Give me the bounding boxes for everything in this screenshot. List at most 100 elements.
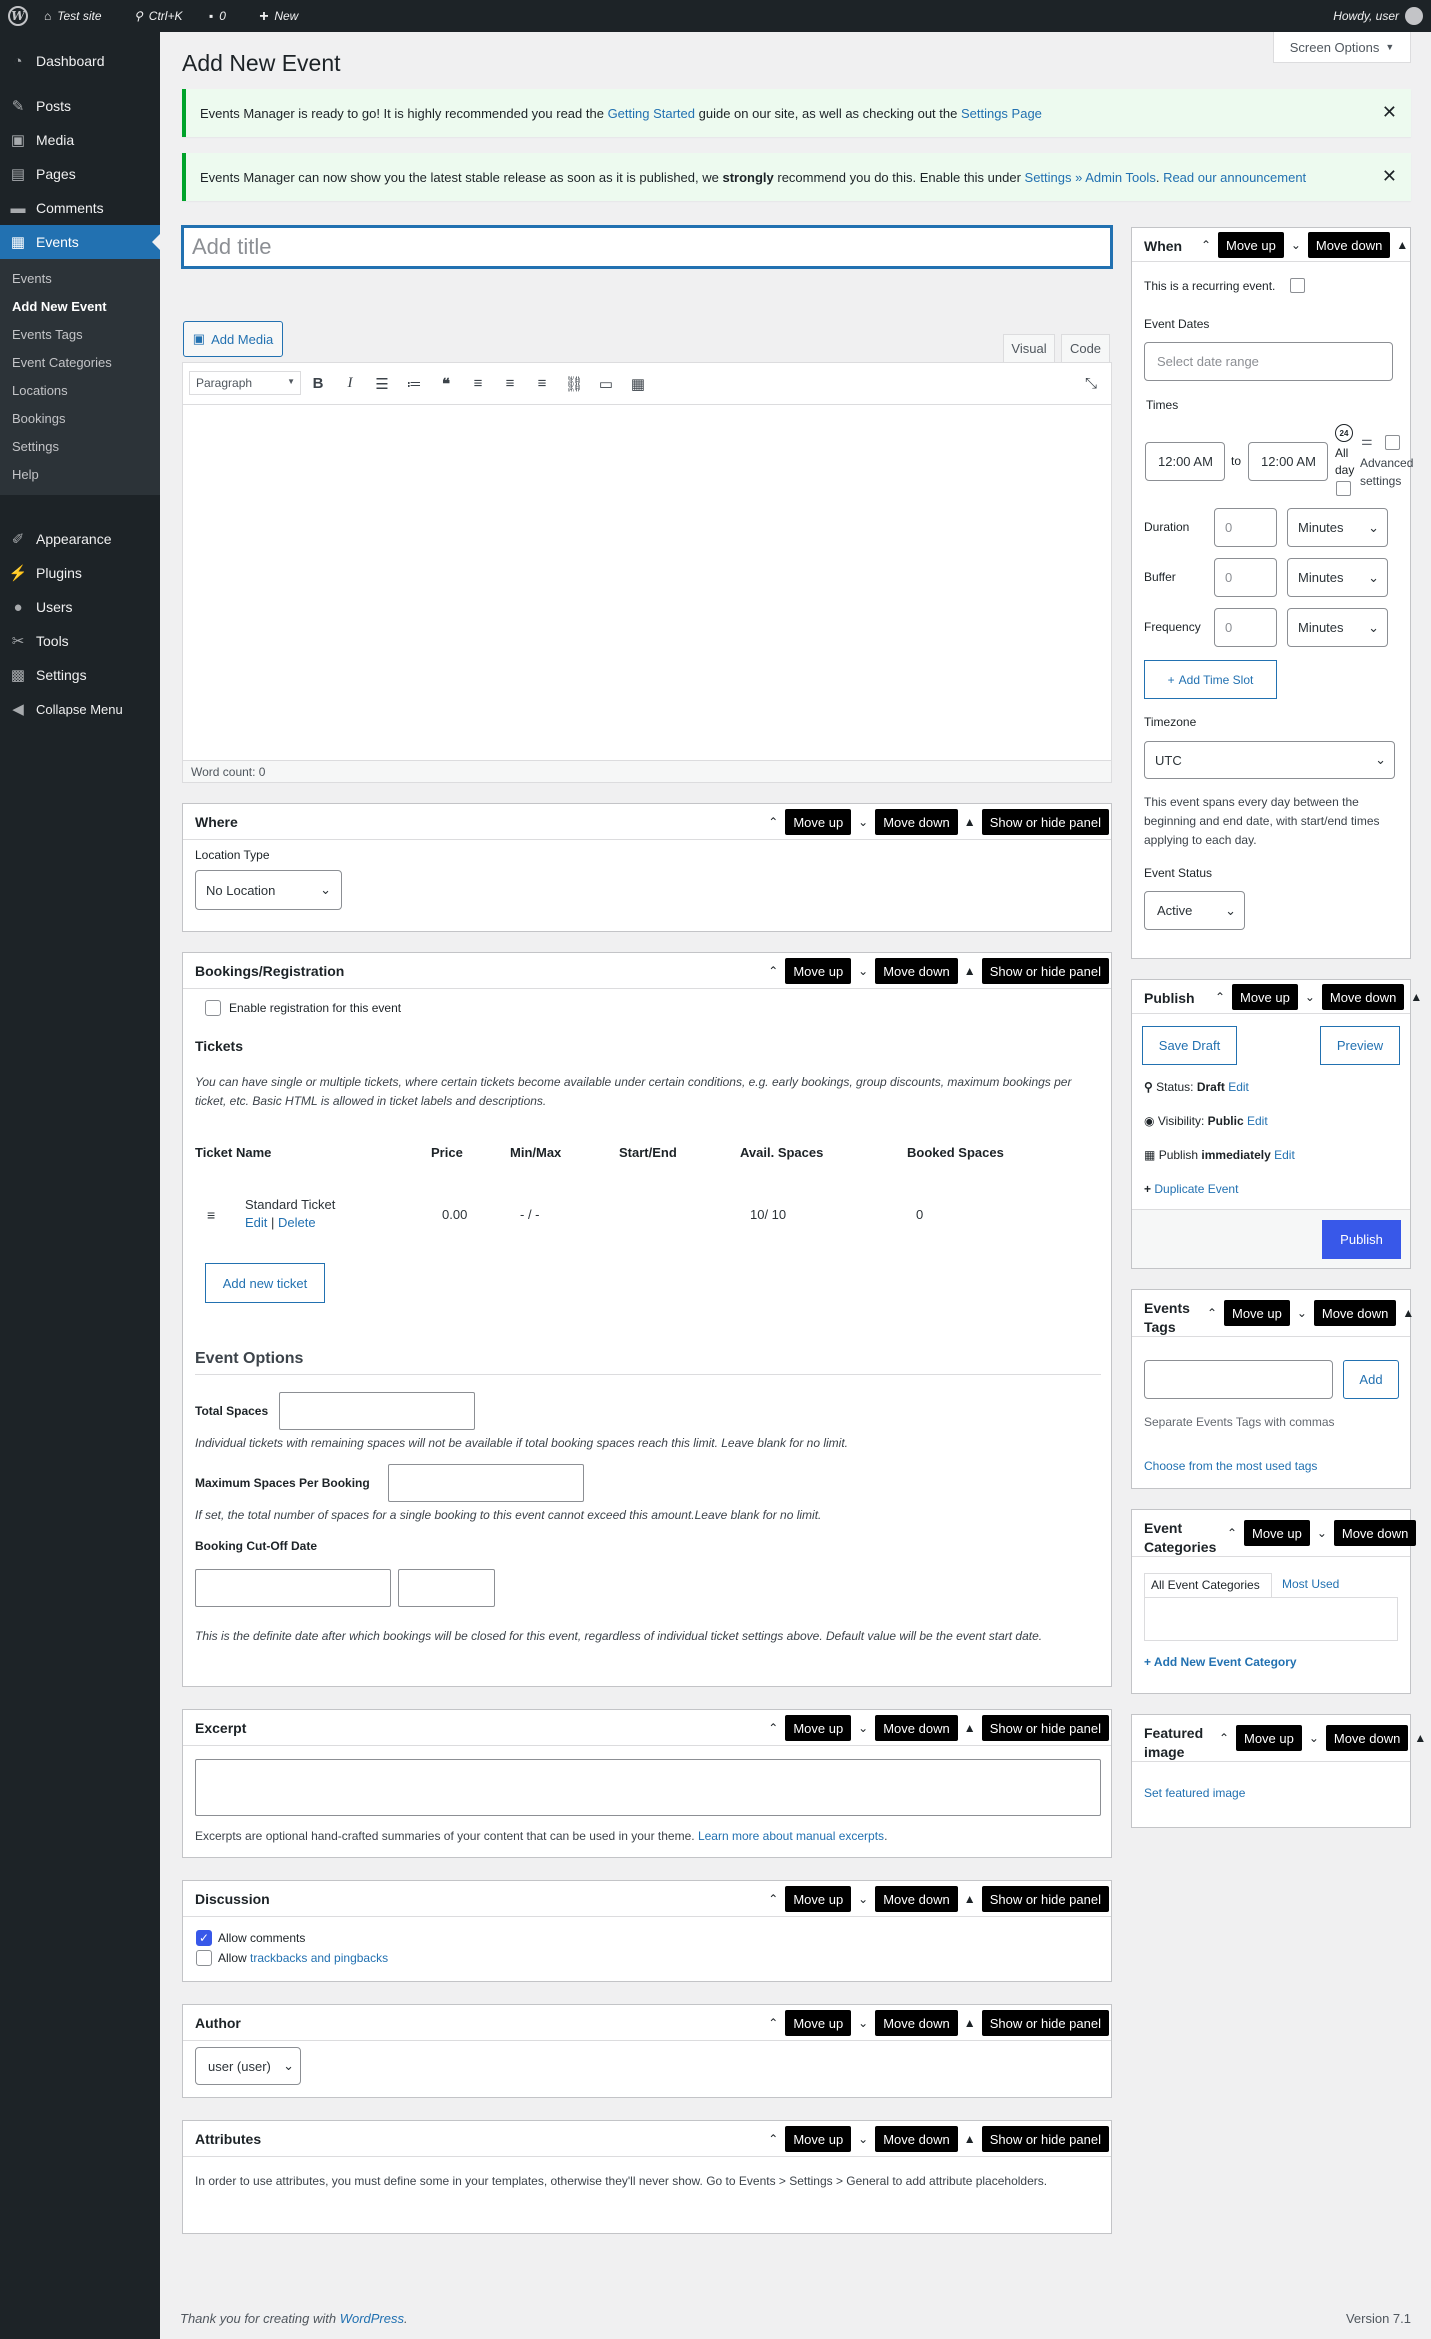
chevron-up-icon[interactable]: ⌃	[1224, 1526, 1240, 1540]
frequency-unit-select[interactable]: Minutes ⌄	[1287, 608, 1388, 647]
format-select[interactable]: Paragraph ▼	[189, 371, 301, 395]
chevron-down-icon[interactable]: ⌄	[855, 2016, 871, 2030]
chevron-down-icon[interactable]: ⌄	[1306, 1731, 1322, 1745]
toggle-arrow-icon[interactable]: ▲	[1394, 238, 1410, 252]
chevron-down-icon[interactable]: ⌄	[1302, 990, 1318, 1004]
total-spaces-input[interactable]	[279, 1392, 475, 1430]
site-name-menu[interactable]: ⌂ Test site	[44, 0, 102, 32]
submenu-event-categories[interactable]: Event Categories	[12, 355, 112, 370]
new-content-menu[interactable]: + New	[259, 0, 298, 32]
add-new-category-link[interactable]: + Add New Event Category	[1144, 1655, 1297, 1669]
move-up-button[interactable]: Move up	[785, 958, 852, 984]
chevron-up-icon[interactable]: ⌃	[765, 2132, 781, 2146]
toggle-panel-button[interactable]: Show or hide panel	[981, 2010, 1109, 2036]
dismiss-icon[interactable]: ✕	[1382, 102, 1397, 123]
toolbar-toggle-icon[interactable]: ▦	[627, 375, 649, 393]
chevron-down-icon[interactable]: ⌄	[855, 964, 871, 978]
set-featured-image-link[interactable]: Set featured image	[1144, 1786, 1245, 1800]
advanced-settings-checkbox[interactable]	[1385, 435, 1400, 450]
save-draft-button[interactable]: Save Draft	[1142, 1026, 1237, 1065]
submenu-add-new-event[interactable]: Add New Event	[12, 299, 107, 314]
choose-tags-link[interactable]: Choose from the most used tags	[1144, 1459, 1317, 1473]
add-tag-button[interactable]: Add	[1343, 1360, 1399, 1399]
menu-plugins[interactable]: ⚡ Plugins	[0, 556, 160, 590]
comments-menu[interactable]: ▪ 0	[209, 0, 226, 32]
publish-button[interactable]: Publish	[1322, 1220, 1401, 1259]
content-editor[interactable]: Paragraph ▼ B I ☰ ≔ ❝ ≡ ≡ ≡ ⛓ ▭ ▦ ⤡ Word …	[182, 362, 1112, 783]
recurring-checkbox[interactable]	[1290, 278, 1305, 293]
menu-posts[interactable]: ✎ Posts	[0, 89, 160, 123]
edit-publish-time-link[interactable]: Edit	[1274, 1148, 1295, 1162]
toggle-arrow-icon[interactable]: ▲	[962, 815, 978, 829]
move-up-button[interactable]: Move up	[785, 809, 852, 835]
align-left-icon[interactable]: ≡	[467, 375, 489, 392]
toggle-arrow-icon[interactable]: ▲	[962, 2132, 978, 2146]
menu-events[interactable]: ▦ Events	[0, 225, 160, 259]
menu-settings[interactable]: ▩ Settings	[0, 658, 160, 692]
add-ticket-button[interactable]: Add new ticket	[205, 1263, 325, 1303]
bold-icon[interactable]: B	[307, 375, 329, 392]
frequency-input[interactable]: 0	[1214, 608, 1277, 647]
end-time-input[interactable]: 12:00 AM	[1248, 442, 1328, 481]
command-palette-button[interactable]: ⚲ Ctrl+K	[134, 0, 182, 32]
preview-button[interactable]: Preview	[1320, 1026, 1400, 1065]
link-icon[interactable]: ⛓	[563, 375, 585, 393]
move-down-button[interactable]: Move down	[1321, 984, 1405, 1010]
title-input[interactable]: Add title	[182, 226, 1112, 268]
start-time-input[interactable]: 12:00 AM	[1145, 442, 1225, 481]
all-day-checkbox[interactable]	[1336, 481, 1351, 496]
edit-visibility-link[interactable]: Edit	[1247, 1114, 1268, 1128]
enable-registration-checkbox[interactable]	[205, 1000, 221, 1016]
duration-input[interactable]: 0	[1214, 508, 1277, 547]
submenu-settings[interactable]: Settings	[12, 439, 59, 454]
chevron-up-icon[interactable]: ⌃	[765, 1721, 781, 1735]
toggle-panel-button[interactable]: Show or hide panel	[981, 1886, 1109, 1912]
excerpt-learn-more-link[interactable]: Learn more about manual excerpts	[698, 1829, 884, 1843]
wp-logo-menu[interactable]: W	[8, 0, 28, 32]
tab-visual[interactable]: Visual	[1003, 334, 1055, 362]
chevron-down-icon[interactable]: ⌄	[855, 815, 871, 829]
move-down-button[interactable]: Move down	[875, 958, 958, 984]
align-right-icon[interactable]: ≡	[531, 375, 553, 392]
toggle-panel-button[interactable]: Show or hide panel	[981, 2126, 1109, 2152]
chevron-down-icon[interactable]: ⌄	[1288, 238, 1304, 252]
toggle-arrow-icon[interactable]: ▲	[1400, 1306, 1416, 1320]
menu-pages[interactable]: ▤ Pages	[0, 157, 160, 191]
fullscreen-icon[interactable]: ⤡	[1080, 375, 1102, 392]
move-up-button[interactable]: Move up	[785, 1715, 852, 1741]
submenu-events[interactable]: Events	[12, 271, 52, 286]
move-down-button[interactable]: Move down	[875, 809, 958, 835]
move-down-button[interactable]: Move down	[875, 1886, 958, 1912]
excerpt-textarea[interactable]	[195, 1759, 1101, 1816]
move-up-button[interactable]: Move up	[785, 1886, 852, 1912]
submenu-bookings[interactable]: Bookings	[12, 411, 65, 426]
italic-icon[interactable]: I	[339, 375, 361, 392]
chevron-up-icon[interactable]: ⌃	[765, 815, 781, 829]
ticket-delete-link[interactable]: Delete	[278, 1215, 316, 1230]
align-center-icon[interactable]: ≡	[499, 375, 521, 392]
toggle-arrow-icon[interactable]: ▲	[962, 2016, 978, 2030]
toggle-arrow-icon[interactable]: ▲	[1408, 990, 1424, 1004]
move-down-button[interactable]: Move down	[875, 2010, 958, 2036]
chevron-down-icon[interactable]: ⌄	[855, 1721, 871, 1735]
menu-comments[interactable]: ▬ Comments	[0, 191, 160, 225]
blockquote-icon[interactable]: ❝	[435, 375, 457, 393]
chevron-up-icon[interactable]: ⌃	[765, 1892, 781, 1906]
author-select[interactable]: user (user) ⌄	[195, 2047, 301, 2085]
chevron-up-icon[interactable]: ⌃	[1216, 1731, 1232, 1745]
toggle-panel-button[interactable]: Show or hide panel	[981, 1715, 1109, 1741]
event-status-select[interactable]: Active ⌄	[1144, 891, 1245, 930]
chevron-up-icon[interactable]: ⌃	[765, 964, 781, 978]
cutoff-time-input[interactable]	[398, 1569, 495, 1607]
submenu-events-tags[interactable]: Events Tags	[12, 327, 83, 342]
tags-input[interactable]	[1144, 1360, 1333, 1399]
allow-pingbacks-checkbox[interactable]	[196, 1950, 212, 1966]
move-up-button[interactable]: Move up	[1232, 984, 1298, 1010]
move-down-button[interactable]: Move down	[1333, 1520, 1417, 1546]
move-up-button[interactable]: Move up	[1236, 1725, 1302, 1751]
move-up-button[interactable]: Move up	[785, 2010, 852, 2036]
ticket-edit-link[interactable]: Edit	[245, 1215, 267, 1230]
move-down-button[interactable]: Move down	[1325, 1725, 1409, 1751]
add-time-slot-button[interactable]: + Add Time Slot	[1144, 660, 1277, 699]
add-media-button[interactable]: ▣ Add Media	[183, 321, 283, 357]
